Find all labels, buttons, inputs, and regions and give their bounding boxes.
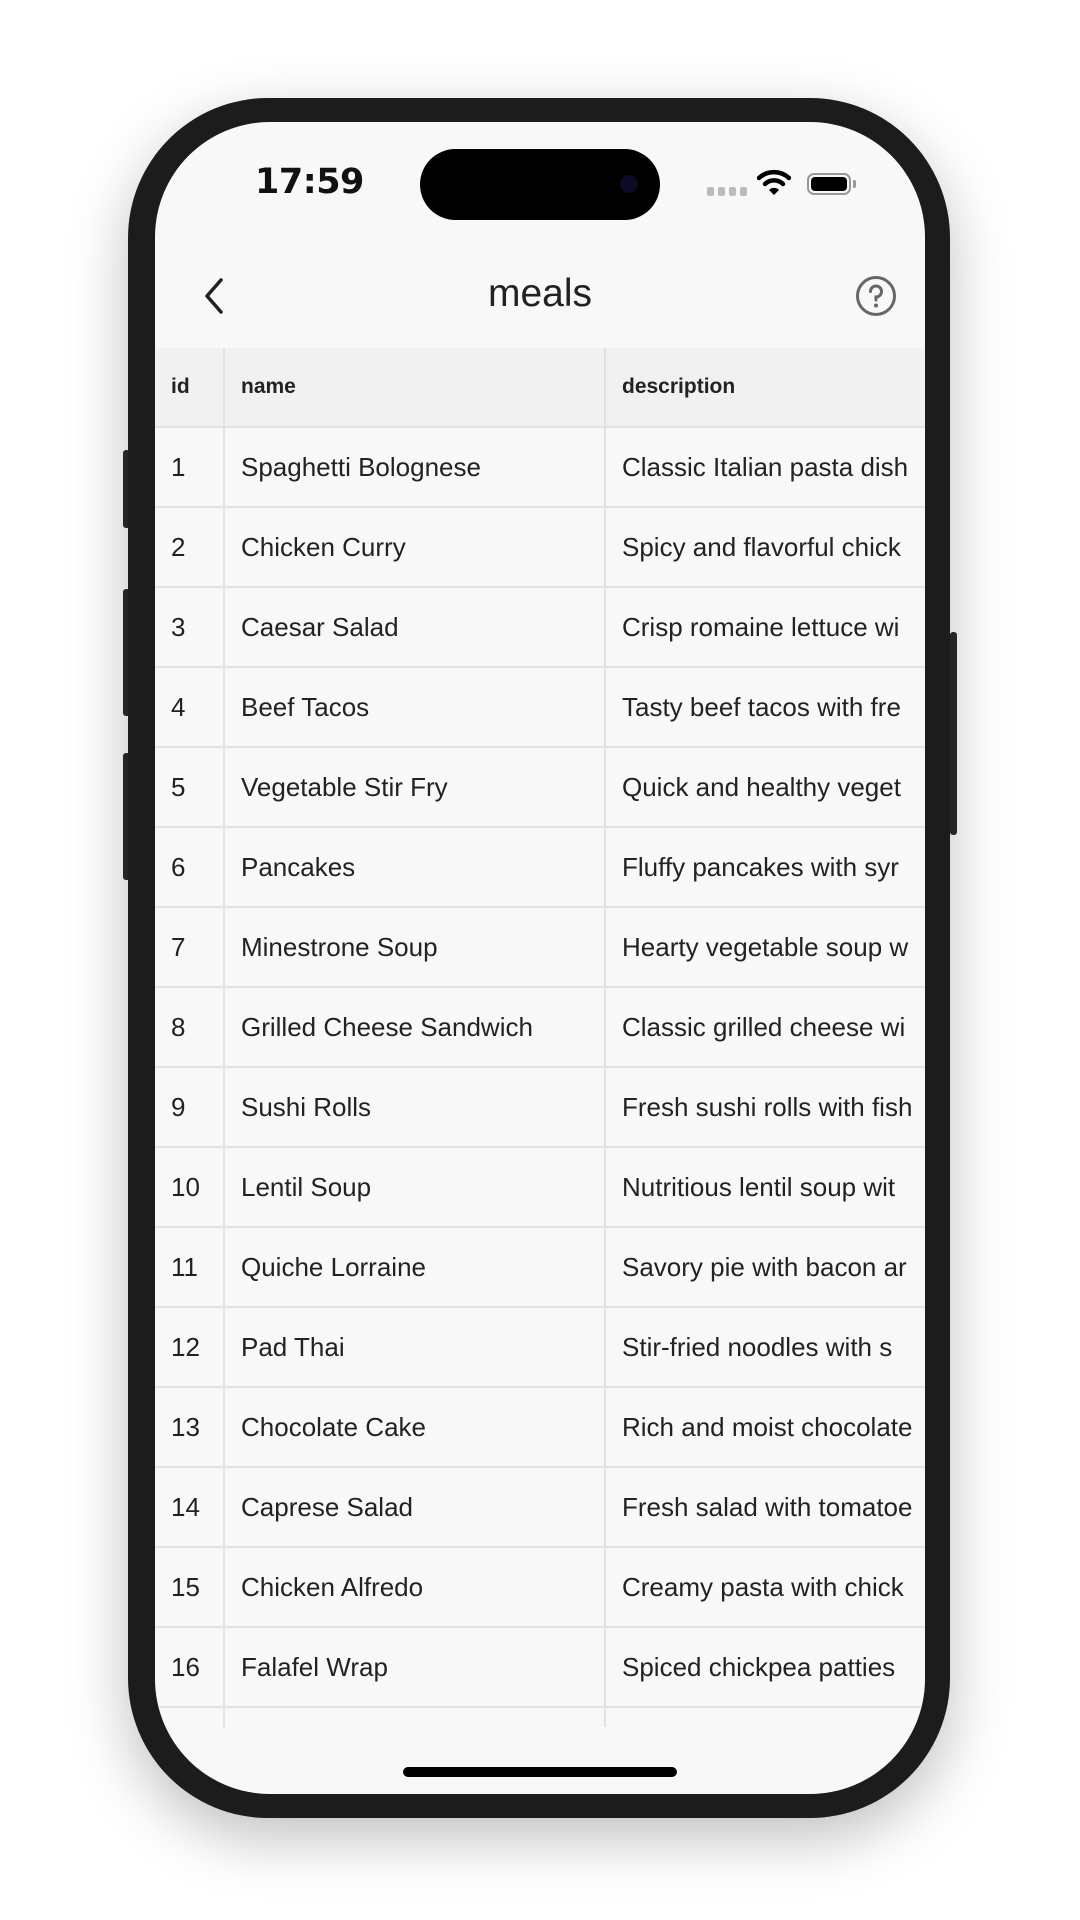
cell-name: Caesar Salad	[241, 612, 399, 642]
cell-id: 8	[171, 1012, 186, 1042]
cell-name: Caprese Salad	[241, 1492, 413, 1522]
cell-name: Chicken Curry	[241, 532, 406, 562]
cell-id: 5	[171, 772, 186, 802]
cell-id: 14	[171, 1492, 200, 1522]
table-row[interactable]: 12 Pad Thai Stir-fried noodles with s	[155, 1308, 925, 1388]
table-row[interactable]: 7 Minestrone Soup Hearty vegetable soup w	[155, 908, 925, 988]
table-row[interactable]: 14 Caprese Salad Fresh salad with tomatoe	[155, 1468, 925, 1548]
power-button	[950, 632, 957, 835]
cellular-signal-icon	[707, 187, 747, 196]
cell-id: 3	[171, 612, 186, 642]
dynamic-island	[420, 149, 660, 220]
cell-name: Chicken Alfredo	[241, 1572, 424, 1602]
cell-description: Tasty beef tacos with fre	[622, 692, 901, 722]
cell-name: Pad Thai	[241, 1332, 345, 1362]
cell-id: 6	[171, 852, 186, 882]
cell-name: Quiche Lorraine	[241, 1252, 426, 1282]
table-row[interactable]: 13 Chocolate Cake Rich and moist chocolate	[155, 1388, 925, 1468]
table-row[interactable]: 8 Grilled Cheese Sandwich Classic grilled …	[155, 988, 925, 1068]
cell-name: Grilled Cheese Sandwich	[241, 1012, 533, 1042]
cell-id: 11	[171, 1252, 198, 1282]
cell-description: Spiced chickpea patties	[622, 1652, 896, 1682]
cell-name: Vegetable Stir Fry	[241, 772, 448, 802]
table-row[interactable]: 15 Chicken Alfredo Creamy pasta with chick	[155, 1548, 925, 1628]
cell-id: 4	[171, 692, 186, 722]
cell-description: Quick and healthy veget	[622, 772, 901, 802]
cell-name: Sushi Rolls	[241, 1092, 372, 1122]
battery-cap	[853, 180, 856, 188]
cell-name: Minestrone Soup	[241, 932, 438, 962]
table-row[interactable]: 10 Lentil Soup Nutritious lentil soup wit	[155, 1148, 925, 1228]
table-header-row: id name description	[155, 348, 925, 428]
cell-id: 9	[171, 1092, 186, 1122]
column-divider	[223, 348, 225, 1727]
help-button[interactable]	[855, 275, 897, 317]
cell-description: Crisp romaine lettuce wi	[622, 612, 900, 642]
cell-id: 16	[171, 1652, 200, 1682]
cell-description: Spicy and flavorful chick	[622, 532, 901, 562]
status-time: 17:59	[255, 162, 364, 202]
table-row[interactable]: 1 Spaghetti Bolognese Classic Italian past…	[155, 428, 925, 508]
column-header-name[interactable]: name	[241, 348, 601, 426]
cell-description: Classic grilled cheese wi	[622, 1012, 906, 1042]
table-row[interactable]: 2 Chicken Curry Spicy and flavorful chick	[155, 508, 925, 588]
home-indicator[interactable]	[403, 1767, 677, 1777]
cell-name: Beef Tacos	[241, 692, 370, 722]
table-row[interactable]: 16 Falafel Wrap Spiced chickpea patties	[155, 1628, 925, 1708]
data-table: id name description 1 Spaghetti Bolognese…	[155, 348, 925, 1727]
cell-description: Classic Italian pasta dish	[622, 452, 909, 482]
cell-description: Hearty vegetable soup w	[622, 932, 909, 962]
phone-screen: 17:59 meals id name description 1 Spaghet…	[155, 122, 925, 1794]
battery-icon	[807, 173, 851, 195]
cell-description: Stir-fried noodles with s	[622, 1332, 893, 1362]
table-row[interactable]: 3 Caesar Salad Crisp romaine lettuce wi	[155, 588, 925, 668]
cell-name: Chocolate Cake	[241, 1412, 426, 1442]
cell-description: Fresh salad with tomatoe	[622, 1492, 913, 1522]
page-title: meals	[487, 272, 593, 315]
table-row[interactable]: 4 Beef Tacos Tasty beef tacos with fre	[155, 668, 925, 748]
wifi-icon	[757, 169, 791, 195]
cell-description: Savory pie with bacon ar	[622, 1252, 907, 1282]
table-row[interactable]: 6 Pancakes Fluffy pancakes with syr	[155, 828, 925, 908]
cell-description: Rich and moist chocolate	[622, 1412, 913, 1442]
cell-name: Falafel Wrap	[241, 1652, 388, 1682]
cell-description: Creamy pasta with chick	[622, 1572, 904, 1602]
column-header-id[interactable]: id	[171, 348, 221, 426]
cell-id: 15	[171, 1572, 200, 1602]
cell-id: 1	[171, 452, 186, 482]
camera-icon	[620, 175, 638, 193]
table-row[interactable]: 9 Sushi Rolls Fresh sushi rolls with fish	[155, 1068, 925, 1148]
cell-id: 10	[171, 1172, 200, 1202]
cell-description: Nutritious lentil soup wit	[622, 1172, 896, 1202]
cell-name: Spaghetti Bolognese	[241, 452, 481, 482]
cell-id: 7	[171, 932, 186, 962]
table-row[interactable]: 5 Vegetable Stir Fry Quick and healthy veg…	[155, 748, 925, 828]
cell-description: Fluffy pancakes with syr	[622, 852, 899, 882]
cell-description: Fresh sushi rolls with fish	[622, 1092, 913, 1122]
column-divider	[604, 348, 606, 1727]
table-row[interactable]: 11 Quiche Lorraine Savory pie with bacon a…	[155, 1228, 925, 1308]
cell-id: 2	[171, 532, 186, 562]
cell-id: 13	[171, 1412, 200, 1442]
cell-id: 12	[171, 1332, 200, 1362]
cell-name: Pancakes	[241, 852, 356, 882]
cell-name: Lentil Soup	[241, 1172, 372, 1202]
column-header-description[interactable]: description	[622, 348, 925, 426]
